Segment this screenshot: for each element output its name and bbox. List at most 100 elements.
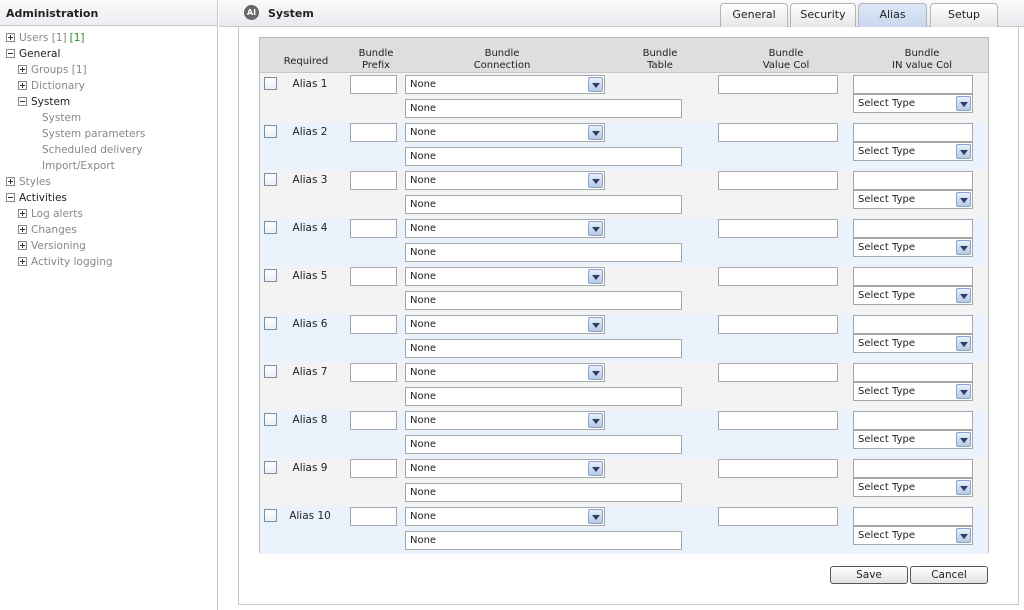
bundle-table-input[interactable]: None — [405, 435, 682, 454]
bundle-connection-select[interactable]: None — [405, 123, 605, 142]
sidebar-item[interactable]: System parameters — [42, 127, 145, 141]
bundle-table-input[interactable]: None — [405, 531, 682, 550]
sidebar-item[interactable]: Versioning — [18, 239, 86, 253]
bundle-connection-select[interactable]: None — [405, 75, 605, 94]
chevron-down-icon[interactable] — [588, 317, 603, 332]
required-checkbox[interactable] — [264, 317, 277, 330]
bundle-type-select[interactable]: Select Type — [853, 478, 973, 497]
bundle-prefix-input[interactable] — [350, 411, 397, 430]
bundle-connection-select[interactable]: None — [405, 411, 605, 430]
chevron-down-icon[interactable] — [956, 384, 971, 399]
sidebar-item[interactable]: Changes — [18, 223, 77, 237]
bundle-prefix-input[interactable] — [350, 219, 397, 238]
bundle-table-input[interactable]: None — [405, 195, 682, 214]
required-checkbox[interactable] — [264, 173, 277, 186]
bundle-table-input[interactable]: None — [405, 147, 682, 166]
chevron-down-icon[interactable] — [588, 221, 603, 236]
required-checkbox[interactable] — [264, 77, 277, 90]
tab-general[interactable]: General — [720, 3, 788, 27]
sidebar-item[interactable]: Activities — [6, 191, 67, 205]
bundle-connection-select[interactable]: None — [405, 507, 605, 526]
bundle-table-input[interactable]: None — [405, 99, 682, 118]
bundle-prefix-input[interactable] — [350, 75, 397, 94]
required-checkbox[interactable] — [264, 413, 277, 426]
required-checkbox[interactable] — [264, 125, 277, 138]
expand-icon[interactable] — [18, 209, 27, 218]
bundle-connection-select[interactable]: None — [405, 315, 605, 334]
expand-icon[interactable] — [18, 257, 27, 266]
bundle-in-value-col-input[interactable] — [853, 315, 973, 334]
sidebar-item[interactable]: Dictionary — [18, 79, 85, 93]
bundle-table-input[interactable]: None — [405, 483, 682, 502]
sidebar-item[interactable]: System — [18, 95, 70, 109]
sidebar-item[interactable]: Styles — [6, 175, 51, 189]
bundle-prefix-input[interactable] — [350, 171, 397, 190]
bundle-prefix-input[interactable] — [350, 363, 397, 382]
chevron-down-icon[interactable] — [588, 173, 603, 188]
bundle-type-select[interactable]: Select Type — [853, 526, 973, 545]
sidebar-item[interactable]: General — [6, 47, 60, 61]
bundle-type-select[interactable]: Select Type — [853, 238, 973, 257]
bundle-in-value-col-input[interactable] — [853, 123, 973, 142]
required-checkbox[interactable] — [264, 221, 277, 234]
expand-icon[interactable] — [18, 241, 27, 250]
chevron-down-icon[interactable] — [956, 528, 971, 543]
bundle-value-col-input[interactable] — [718, 507, 838, 526]
bundle-prefix-input[interactable] — [350, 507, 397, 526]
bundle-in-value-col-input[interactable] — [853, 219, 973, 238]
bundle-connection-select[interactable]: None — [405, 219, 605, 238]
bundle-value-col-input[interactable] — [718, 123, 838, 142]
bundle-value-col-input[interactable] — [718, 75, 838, 94]
bundle-type-select[interactable]: Select Type — [853, 286, 973, 305]
save-button[interactable]: Save — [830, 566, 908, 584]
chevron-down-icon[interactable] — [956, 336, 971, 351]
chevron-down-icon[interactable] — [956, 144, 971, 159]
bundle-in-value-col-input[interactable] — [853, 171, 973, 190]
bundle-type-select[interactable]: Select Type — [853, 94, 973, 113]
sidebar-item[interactable]: Scheduled delivery — [42, 143, 142, 157]
bundle-type-select[interactable]: Select Type — [853, 334, 973, 353]
chevron-down-icon[interactable] — [588, 461, 603, 476]
bundle-table-input[interactable]: None — [405, 243, 682, 262]
sidebar-item[interactable]: Users [1] [1] — [6, 31, 85, 45]
chevron-down-icon[interactable] — [956, 96, 971, 111]
bundle-value-col-input[interactable] — [718, 171, 838, 190]
chevron-down-icon[interactable] — [956, 480, 971, 495]
sidebar-item[interactable]: Import/Export — [42, 159, 115, 173]
bundle-type-select[interactable]: Select Type — [853, 190, 973, 209]
bundle-in-value-col-input[interactable] — [853, 267, 973, 286]
chevron-down-icon[interactable] — [956, 288, 971, 303]
bundle-prefix-input[interactable] — [350, 459, 397, 478]
bundle-in-value-col-input[interactable] — [853, 411, 973, 430]
collapse-icon[interactable] — [6, 49, 15, 58]
bundle-value-col-input[interactable] — [718, 315, 838, 334]
sidebar-item[interactable]: Log alerts — [18, 207, 83, 221]
required-checkbox[interactable] — [264, 509, 277, 522]
sidebar-item[interactable]: Groups [1] — [18, 63, 87, 77]
bundle-in-value-col-input[interactable] — [853, 75, 973, 94]
expand-icon[interactable] — [18, 65, 27, 74]
cancel-button[interactable]: Cancel — [910, 566, 988, 584]
required-checkbox[interactable] — [264, 461, 277, 474]
chevron-down-icon[interactable] — [956, 192, 971, 207]
chevron-down-icon[interactable] — [588, 269, 603, 284]
sidebar-item[interactable]: System — [42, 111, 81, 125]
bundle-prefix-input[interactable] — [350, 123, 397, 142]
tab-alias[interactable]: Alias — [858, 3, 927, 27]
bundle-value-col-input[interactable] — [718, 267, 838, 286]
bundle-table-input[interactable]: None — [405, 387, 682, 406]
chevron-down-icon[interactable] — [956, 432, 971, 447]
chevron-down-icon[interactable] — [956, 240, 971, 255]
bundle-connection-select[interactable]: None — [405, 267, 605, 286]
bundle-in-value-col-input[interactable] — [853, 507, 973, 526]
expand-icon[interactable] — [6, 177, 15, 186]
bundle-value-col-input[interactable] — [718, 411, 838, 430]
bundle-value-col-input[interactable] — [718, 459, 838, 478]
bundle-value-col-input[interactable] — [718, 363, 838, 382]
chevron-down-icon[interactable] — [588, 413, 603, 428]
bundle-connection-select[interactable]: None — [405, 171, 605, 190]
bundle-type-select[interactable]: Select Type — [853, 382, 973, 401]
tab-setup[interactable]: Setup — [930, 3, 998, 27]
sidebar-item[interactable]: Activity logging — [18, 255, 113, 269]
bundle-in-value-col-input[interactable] — [853, 363, 973, 382]
